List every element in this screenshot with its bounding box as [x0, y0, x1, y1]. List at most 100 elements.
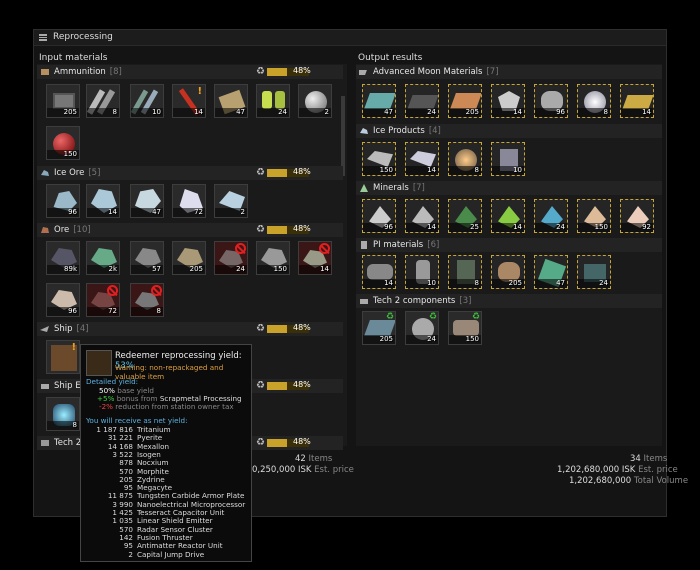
tech2-components-icon — [360, 299, 368, 304]
output-item[interactable]: 96 — [362, 199, 396, 233]
output-item[interactable]: 8 — [577, 84, 611, 118]
output-item[interactable]: 14 — [620, 84, 654, 118]
group-tech2-components[interactable]: Tech 2 components [3] — [356, 294, 662, 308]
input-item[interactable]: 14 — [86, 184, 120, 218]
output-item[interactable]: 10 — [491, 142, 525, 176]
group-name: Ship E — [54, 381, 81, 391]
blocked-icon — [319, 243, 330, 254]
output-item[interactable]: ♻ 150 — [448, 311, 482, 345]
group-ship[interactable]: Ship [4] ♻ 48% — [37, 322, 343, 336]
output-item[interactable]: 8 — [448, 255, 482, 289]
input-item[interactable]: 57 — [130, 241, 164, 275]
output-item[interactable]: 47 — [362, 84, 396, 118]
output-item[interactable]: 24 — [405, 84, 439, 118]
recycle-icon: ♻ — [256, 437, 265, 448]
input-item[interactable]: 150 — [46, 126, 80, 160]
blocked-icon — [151, 285, 162, 296]
minerals-icon — [360, 184, 368, 192]
input-item[interactable]: 8 — [130, 283, 164, 317]
tech2-icon — [41, 440, 49, 446]
output-item[interactable]: 205 — [448, 84, 482, 118]
blocked-icon — [107, 285, 118, 296]
group-ammunition[interactable]: Ammunition [8] ♻ 48% — [37, 65, 343, 79]
tax-yield-line: -2% reduction from station owner tax — [99, 402, 234, 411]
input-item[interactable]: 72 — [86, 283, 120, 317]
window-title: Reprocessing — [53, 32, 113, 42]
group-count: [6] — [427, 240, 440, 250]
yield-percent: 48% — [293, 66, 311, 75]
group-count: [3] — [459, 296, 472, 306]
input-item[interactable]: ! — [46, 340, 80, 374]
recycle-icon: ♻ — [471, 312, 480, 322]
input-item[interactable]: 10 — [130, 84, 164, 118]
title-bar[interactable]: Reprocessing — [34, 30, 666, 46]
input-materials-header: Input materials — [39, 53, 108, 63]
group-name: Ice Products — [373, 126, 425, 136]
group-name: Minerals — [373, 183, 409, 193]
group-ice-ore[interactable]: Ice Ore [5] ♻ 48% — [37, 166, 343, 180]
recycle-icon: ♻ — [256, 66, 265, 77]
output-item[interactable]: ♻ 205 — [362, 311, 396, 345]
menu-icon[interactable] — [39, 34, 47, 41]
group-count: [4] — [76, 324, 89, 334]
output-item[interactable]: 47 — [534, 255, 568, 289]
group-count: [4] — [428, 126, 441, 136]
input-scrollbar[interactable] — [341, 96, 345, 176]
output-item[interactable]: 14 — [491, 199, 525, 233]
output-results-header: Output results — [358, 53, 423, 63]
output-item[interactable]: 24 — [577, 255, 611, 289]
output-item[interactable]: 10 — [405, 255, 439, 289]
group-name: Ore — [54, 225, 70, 235]
input-item[interactable]: 8 — [46, 397, 80, 431]
ice-products-icon — [360, 128, 368, 134]
input-item[interactable]: 150 — [256, 241, 290, 275]
input-item[interactable]: 89k — [46, 241, 80, 275]
output-items-count: 34 Items — [630, 454, 668, 464]
output-item[interactable]: 25 — [448, 199, 482, 233]
output-item[interactable]: 14 — [491, 84, 525, 118]
input-item[interactable]: 96 — [46, 283, 80, 317]
recycle-icon: ♻ — [256, 380, 265, 391]
group-name: PI materials — [373, 240, 424, 250]
yield-percent: 48% — [293, 167, 311, 176]
group-minerals[interactable]: Minerals [7] — [356, 181, 662, 195]
input-item[interactable]: 205 — [172, 241, 206, 275]
output-total-volume: 1,202,680,000 Total Volume — [569, 476, 689, 486]
group-ore[interactable]: Ore [10] ♻ 48% — [37, 223, 343, 237]
input-est-price: 0,250,000 ISK Est. price — [252, 465, 354, 475]
group-count: [7] — [486, 67, 499, 77]
input-item[interactable]: 96 — [46, 184, 80, 218]
input-item[interactable]: 47 — [214, 84, 248, 118]
output-item[interactable]: 96 — [534, 84, 568, 118]
input-item[interactable]: 205 — [46, 84, 80, 118]
output-item[interactable]: 14 — [405, 199, 439, 233]
input-item[interactable]: 24 — [214, 241, 248, 275]
output-item[interactable]: 14 — [362, 255, 396, 289]
input-item[interactable]: ! 14 — [172, 84, 206, 118]
output-item[interactable]: 205 — [491, 255, 525, 289]
output-item[interactable]: 150 — [362, 142, 396, 176]
input-item[interactable]: 2k — [86, 241, 120, 275]
input-item[interactable]: 2 — [214, 184, 248, 218]
group-moon-materials[interactable]: Advanced Moon Materials [7] — [356, 65, 662, 79]
group-ice-products[interactable]: Ice Products [4] — [356, 124, 662, 138]
input-item[interactable]: 2 — [298, 84, 332, 118]
group-count: [10] — [73, 225, 91, 235]
group-count: [8] — [109, 67, 122, 77]
input-item[interactable]: 47 — [130, 184, 164, 218]
output-item[interactable]: ♻ 24 — [405, 311, 439, 345]
group-pi-materials[interactable]: PI materials [6] — [356, 238, 662, 252]
recycle-icon: ♻ — [256, 323, 265, 334]
input-items-count: 42 Items — [295, 454, 333, 464]
reprocessing-tooltip: Redeemer reprocessing yield: 53% Warning… — [80, 344, 252, 562]
output-item[interactable]: 8 — [448, 142, 482, 176]
output-item[interactable]: 24 — [534, 199, 568, 233]
input-item[interactable]: 14 — [298, 241, 332, 275]
input-item[interactable]: 8 — [86, 84, 120, 118]
output-item[interactable]: 14 — [405, 142, 439, 176]
input-item[interactable]: 72 — [172, 184, 206, 218]
warning-icon: ! — [197, 86, 202, 97]
output-item[interactable]: 150 — [577, 199, 611, 233]
output-item[interactable]: 92 — [620, 199, 654, 233]
input-item[interactable]: 24 — [256, 84, 290, 118]
